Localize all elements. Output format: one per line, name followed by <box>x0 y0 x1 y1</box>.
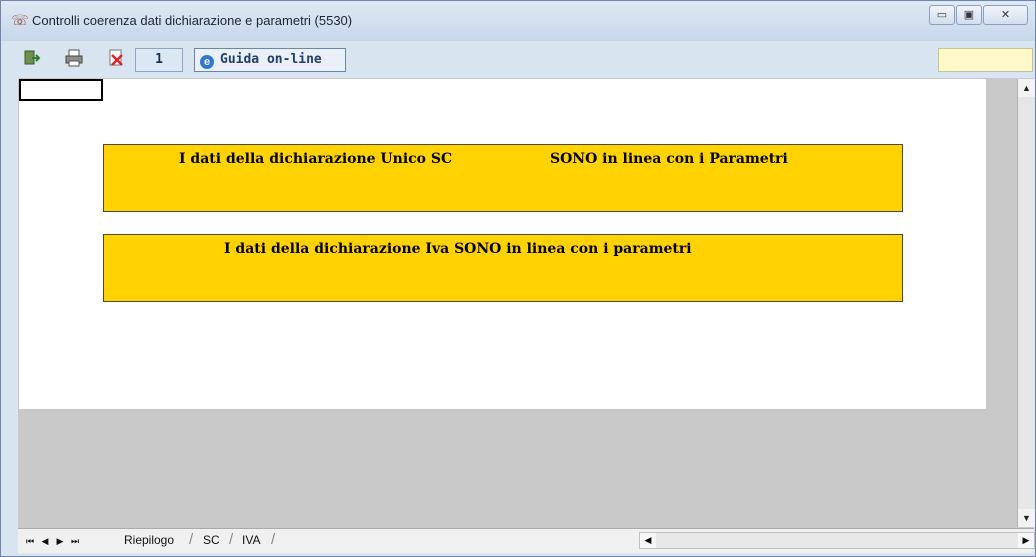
maximize-icon: ▣ <box>963 9 975 21</box>
previous-sheet-icon[interactable]: ◀ <box>39 534 51 548</box>
scroll-up-icon[interactable]: ▲ <box>1018 79 1035 97</box>
scroll-down-icon[interactable]: ▼ <box>1018 509 1035 527</box>
tab-iva[interactable]: IVA <box>242 530 260 550</box>
window-title: Controlli coerenza dati dichiarazione e … <box>32 13 353 28</box>
unico-status-banner: I dati della dichiarazione Unico SC SONO… <box>103 144 903 212</box>
ie-icon: e <box>200 55 214 69</box>
iva-status-banner: I dati della dichiarazione Iva SONO in l… <box>103 234 903 302</box>
next-sheet-icon[interactable]: ▶ <box>54 534 66 548</box>
app-icon: ☏ <box>11 12 29 28</box>
close-icon: ✕ <box>1000 9 1011 21</box>
delete-icon <box>109 49 123 66</box>
tab-separator: / <box>229 531 234 548</box>
minimize-button[interactable]: ▭ <box>929 5 955 25</box>
sheet-tab-bar: ⏮ ◀ ▶ ⏭ Riepilogo / SC / IVA / ◀ ▶ <box>18 528 1035 553</box>
vertical-scrollbar[interactable]: ▲ ▼ <box>1017 79 1035 527</box>
scroll-right-icon[interactable]: ▶ <box>1018 533 1034 548</box>
page-number-field[interactable]: 1 <box>135 48 183 72</box>
help-online-button[interactable]: e Guida on-line <box>194 48 346 72</box>
tab-riepilogo[interactable]: Riepilogo <box>124 530 174 550</box>
unico-status-result: SONO in linea con i Parametri <box>550 151 788 167</box>
minimize-icon: ▭ <box>936 9 948 21</box>
print-button[interactable] <box>59 48 89 72</box>
exit-icon <box>24 50 41 65</box>
delete-button[interactable] <box>102 48 130 72</box>
close-button[interactable]: ✕ <box>983 5 1028 25</box>
unico-status-label: I dati della dichiarazione Unico SC <box>179 151 453 167</box>
help-online-label: Guida on-line <box>220 52 322 67</box>
app-window: ☏ Controlli coerenza dati dichiarazione … <box>0 0 1036 557</box>
tab-separator: / <box>271 531 276 548</box>
maximize-button[interactable]: ▣ <box>956 5 982 25</box>
horizontal-scrollbar[interactable]: ◀ ▶ <box>639 532 1035 549</box>
tab-separator: / <box>189 531 194 548</box>
print-icon <box>65 49 83 67</box>
title-bar: ☏ Controlli coerenza dati dichiarazione … <box>1 1 1035 41</box>
scroll-left-icon[interactable]: ◀ <box>640 533 656 548</box>
exit-button[interactable] <box>19 48 45 72</box>
active-cell[interactable] <box>19 79 103 101</box>
status-field[interactable] <box>938 48 1033 72</box>
iva-status-text: I dati della dichiarazione Iva SONO in l… <box>224 241 692 257</box>
first-sheet-icon[interactable]: ⏮ <box>24 534 36 548</box>
tab-sc[interactable]: SC <box>203 530 220 550</box>
last-sheet-icon[interactable]: ⏭ <box>69 534 81 548</box>
